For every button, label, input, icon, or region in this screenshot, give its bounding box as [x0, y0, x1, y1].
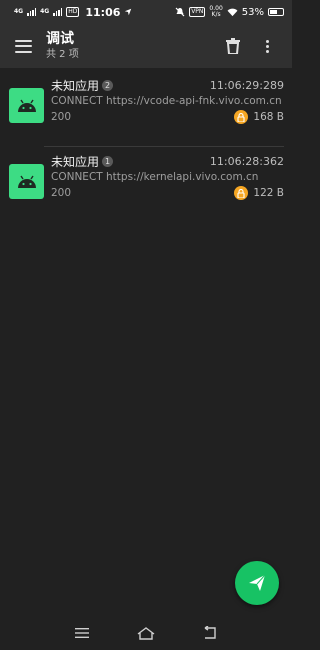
request-count-badge: 2: [102, 79, 114, 91]
clock: 11:06: [85, 5, 121, 19]
request-details: 未知应用 2 11:06:29:289 CONNECT https://vcod…: [51, 76, 284, 144]
menu-lines-icon: [75, 628, 89, 638]
delete-button[interactable]: [216, 24, 250, 68]
hd-label: HD: [66, 7, 80, 17]
home-icon: [137, 627, 155, 640]
status-bar: 4G 4G HD 11:06 VPN 0.00 K/s 53%: [0, 0, 292, 24]
menu-icon: [14, 39, 32, 53]
request-time: 11:06:28:362: [209, 154, 284, 168]
request-list: 未知应用 2 11:06:29:289 CONNECT https://vcod…: [0, 68, 292, 220]
response-size: 122 B: [253, 187, 284, 199]
location-arrow-icon: [125, 8, 132, 16]
trash-icon: [226, 38, 240, 54]
notifications-off-icon: [175, 7, 185, 17]
request-row[interactable]: 未知应用 1 11:06:28:362 CONNECT https://kern…: [0, 144, 292, 220]
home-button[interactable]: [131, 618, 161, 648]
navigation-bar: [0, 616, 292, 650]
lock-icon: [234, 186, 249, 200]
back-icon: [204, 626, 216, 639]
request-time: 11:06:29:289: [209, 78, 284, 92]
request-url: CONNECT https://vcode-api-fnk.vivo.com.c…: [51, 95, 282, 107]
more-vert-icon: [265, 39, 269, 53]
recents-button[interactable]: [67, 618, 97, 648]
request-details: 未知应用 1 11:06:28:362 CONNECT https://kern…: [51, 152, 284, 220]
status-code: 200: [51, 187, 72, 199]
status-code: 200: [51, 111, 72, 123]
app-name: 未知应用: [51, 154, 100, 169]
network-speed: 0.00 K/s: [209, 5, 223, 18]
request-count-badge: 1: [102, 155, 114, 167]
battery-icon: [268, 8, 284, 16]
request-url: CONNECT https://kernelapi.vivo.com.cn: [51, 171, 259, 183]
signal-icon: [27, 8, 37, 16]
request-row[interactable]: 未知应用 2 11:06:29:289 CONNECT https://vcod…: [0, 68, 292, 144]
app-name: 未知应用: [51, 78, 100, 93]
wifi-icon: [227, 8, 238, 16]
battery-percent: 53%: [241, 6, 264, 18]
back-button[interactable]: [195, 618, 225, 648]
sim1-label: 4G: [14, 8, 24, 15]
app-bar: 调试 共 2 项: [0, 24, 292, 68]
more-options-button[interactable]: [250, 24, 284, 68]
sim2-label: 4G: [40, 8, 50, 15]
android-icon: [9, 88, 44, 123]
page-subtitle: 共 2 项: [46, 48, 79, 60]
lock-icon: [234, 110, 249, 124]
signal-icon: [53, 8, 63, 16]
title-block: 调试 共 2 项: [46, 31, 216, 62]
send-fab[interactable]: [235, 561, 279, 605]
response-size: 168 B: [253, 111, 284, 123]
page-title: 调试: [46, 30, 74, 47]
vpn-badge: VPN: [189, 7, 206, 17]
divider: [44, 146, 284, 147]
android-icon: [9, 164, 44, 199]
send-icon: [249, 574, 266, 591]
menu-button[interactable]: [0, 24, 46, 68]
